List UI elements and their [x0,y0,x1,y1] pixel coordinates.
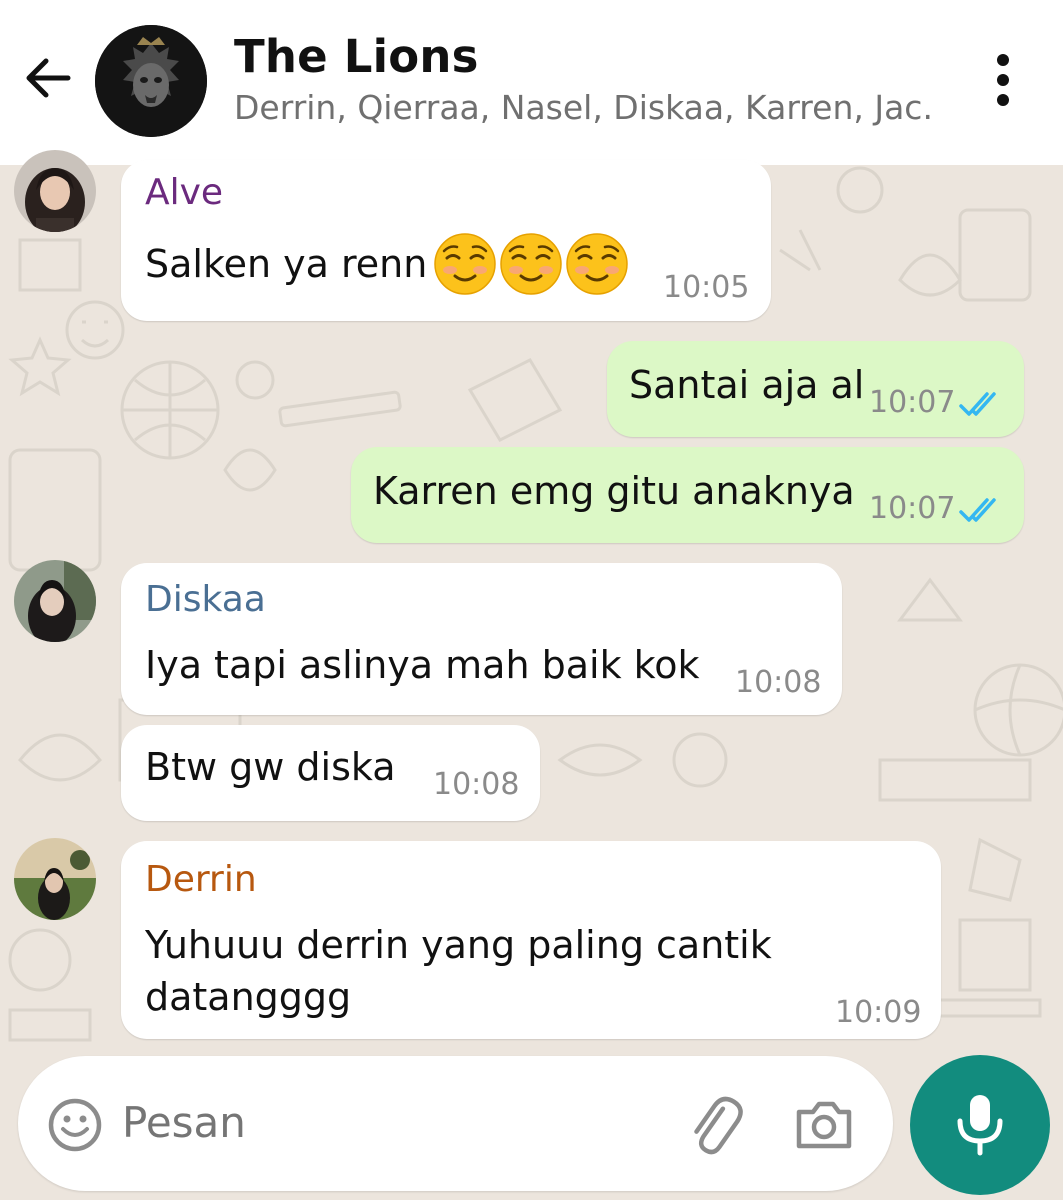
message-time: 10:05 [663,270,750,305]
paperclip-icon[interactable] [686,1096,748,1158]
message-input[interactable] [122,1098,652,1147]
message-text: Salken ya renn [145,242,428,286]
camera-icon[interactable] [793,1096,855,1154]
sender-name-diskaa: Diskaa [145,579,266,620]
group-avatar[interactable] [95,25,207,137]
chat-header: The Lions Derrin, Qierraa, Nasel, Diskaa… [0,0,1063,165]
avatar-diskaa[interactable] [14,560,96,642]
message-composer [18,1056,893,1191]
message-text-line-2: datangggg [145,975,352,1019]
microphone-icon [957,1095,1003,1156]
read-ticks-icon [959,498,996,522]
lion-logo-icon [95,25,207,137]
message-time: 10:07 [869,491,956,526]
avatar-alve[interactable] [14,150,96,232]
arrow-left-icon[interactable] [22,52,74,104]
sender-name-derrin: Derrin [145,859,257,900]
smiling-face-emoji-icon [434,233,496,295]
message-text: Btw gw diska [145,745,396,789]
group-title[interactable]: The Lions [234,30,479,83]
message-time: 10:08 [735,665,822,700]
message-time: 10:09 [835,995,922,1030]
smiling-face-emoji-icon [500,233,562,295]
message-bubble-diskaa[interactable]: Diskaa Iya tapi aslinya mah baik kok 10:… [121,563,842,715]
message-time: 10:08 [433,767,520,802]
read-ticks-icon [959,392,996,416]
group-members[interactable]: Derrin, Qierraa, Nasel, Diskaa, Karren, … [234,88,934,127]
message-text-line-1: Yuhuuu derrin yang paling cantik [145,923,772,967]
message-text: Iya tapi aslinya mah baik kok [145,643,700,687]
message-text: Karren emg gitu anaknya [373,469,855,513]
message-text: Santai aja al [629,363,865,407]
sender-name-alve: Alve [145,172,224,213]
message-bubble-outgoing[interactable]: Santai aja al 10:07 [607,341,1024,437]
message-bubble-derrin[interactable]: Derrin Yuhuuu derrin yang paling cantik … [121,841,941,1039]
emoji-icon[interactable] [46,1096,104,1154]
microphone-button[interactable] [910,1055,1050,1195]
message-time: 10:07 [869,385,956,420]
more-vertical-icon[interactable] [985,52,1021,108]
message-bubble-diskaa[interactable]: Btw gw diska 10:08 [121,725,540,821]
smiling-face-emoji-icon [566,233,628,295]
message-bubble-alve[interactable]: Alve Salken ya renn 10:05 [121,160,771,321]
message-bubble-outgoing[interactable]: Karren emg gitu anaknya 10:07 [351,447,1024,543]
avatar-derrin[interactable] [14,838,96,920]
